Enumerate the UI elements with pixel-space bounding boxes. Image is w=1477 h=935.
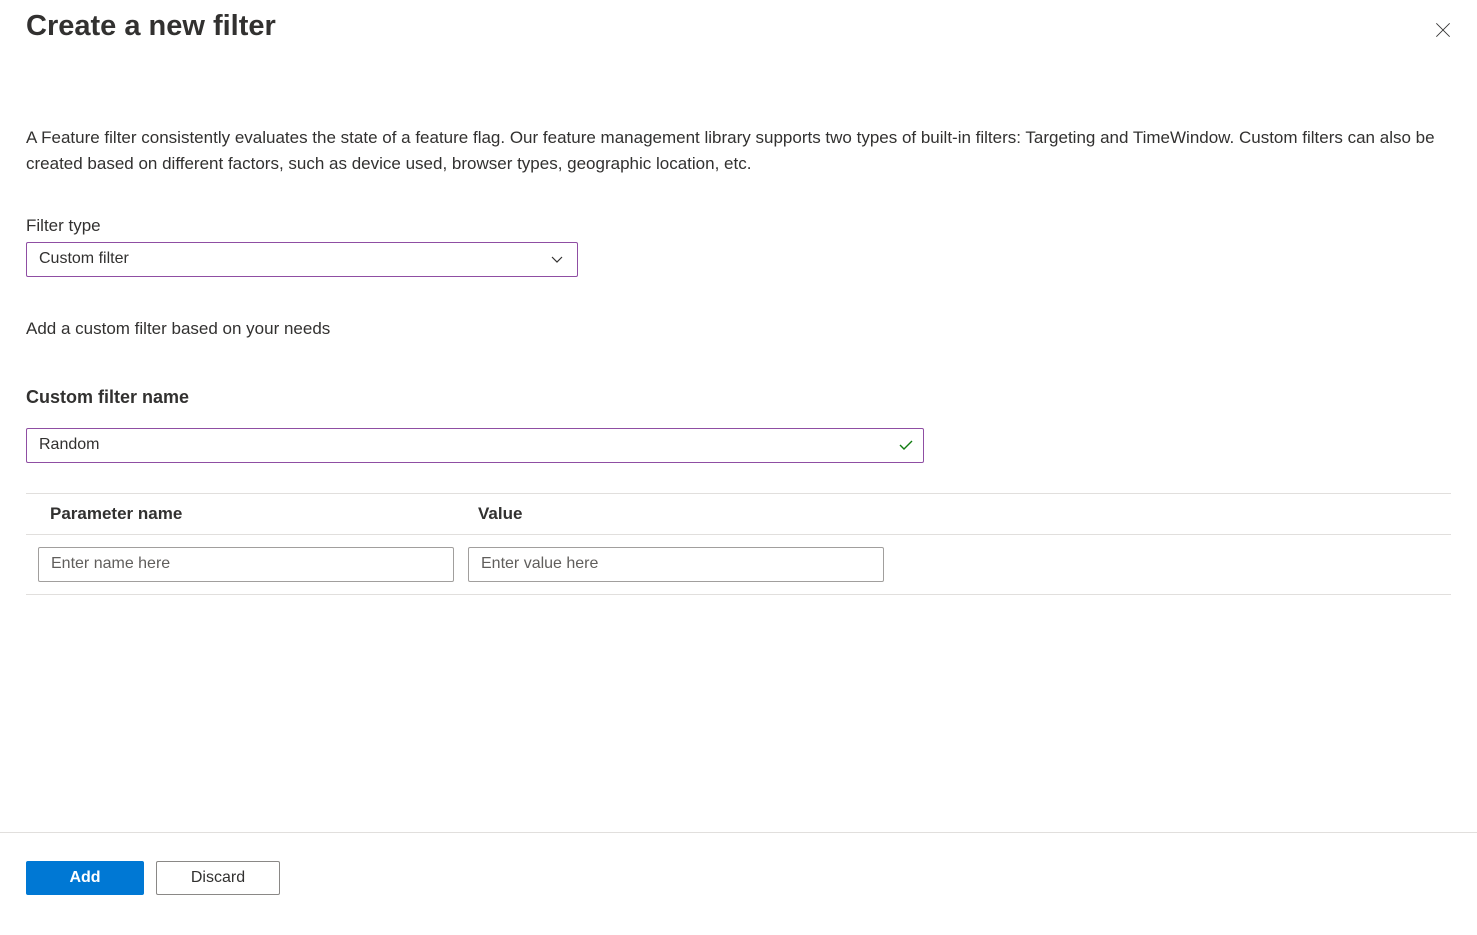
parameter-value-input[interactable]: [468, 547, 884, 582]
description-text: A Feature filter consistently evaluates …: [26, 125, 1451, 178]
check-icon: [898, 437, 914, 453]
close-button[interactable]: [1429, 16, 1457, 47]
parameters-table: Parameter name Value: [26, 493, 1451, 595]
custom-filter-name-label: Custom filter name: [26, 387, 1451, 408]
close-icon: [1433, 28, 1453, 43]
add-button[interactable]: Add: [26, 861, 144, 895]
page-title: Create a new filter: [26, 10, 276, 43]
parameter-name-input[interactable]: [38, 547, 454, 582]
filter-type-label: Filter type: [26, 216, 1451, 236]
param-value-header: Value: [478, 504, 1451, 524]
filter-type-selected: Custom filter: [39, 250, 129, 268]
param-name-header: Parameter name: [50, 504, 478, 524]
chevron-down-icon: [549, 251, 565, 267]
table-row: [26, 535, 1451, 595]
filter-type-dropdown[interactable]: Custom filter: [26, 242, 578, 277]
custom-filter-name-input[interactable]: [26, 428, 924, 463]
discard-button[interactable]: Discard: [156, 861, 280, 895]
help-text: Add a custom filter based on your needs: [26, 319, 1451, 339]
